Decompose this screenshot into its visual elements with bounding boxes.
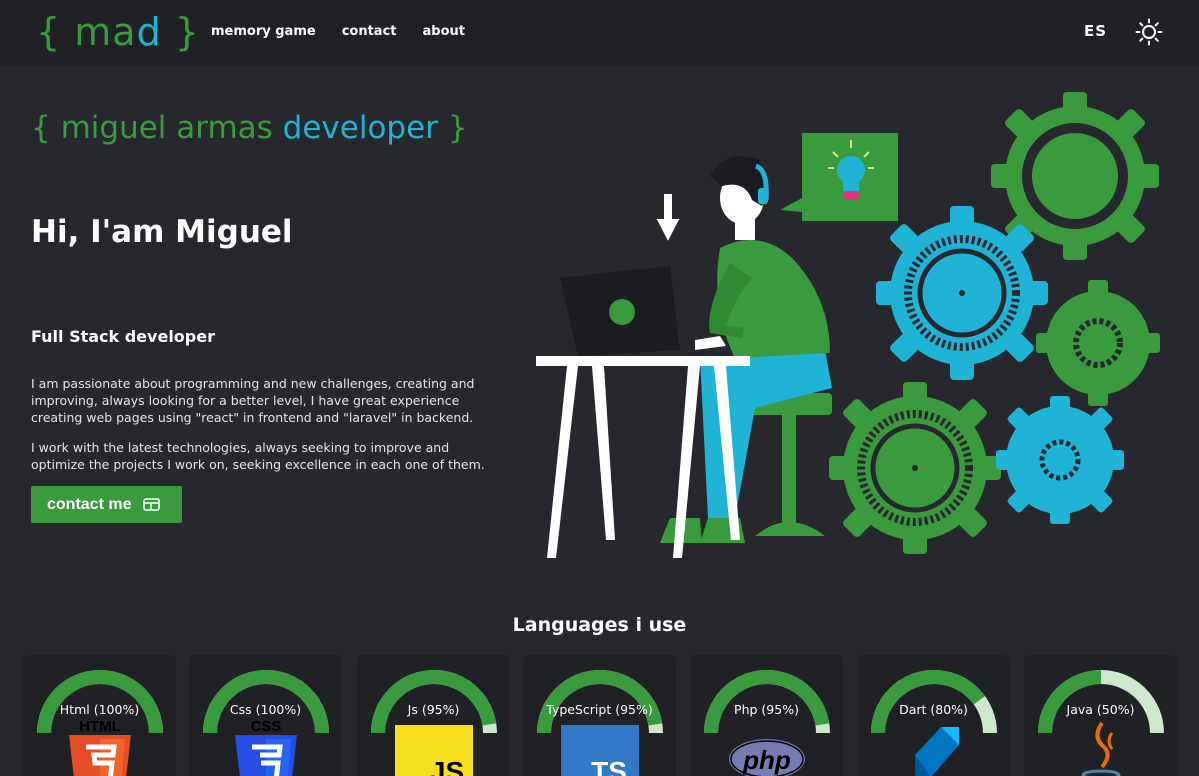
language-card-html: Html (100%) HTML xyxy=(23,655,176,776)
css3-logo: CSS xyxy=(235,718,297,776)
hero-paragraph-2: I work with the latest technologies, alw… xyxy=(31,440,485,472)
brand-name: miguel armas xyxy=(60,110,273,146)
lightbulb-bubble-icon xyxy=(780,133,898,221)
typescript-logo: TS xyxy=(561,725,639,776)
contact-me-label: contact me xyxy=(47,495,132,513)
php-logo: php xyxy=(729,739,805,776)
language-switch[interactable]: ES xyxy=(1084,22,1107,40)
gear-icon-green-bottom xyxy=(829,382,1001,554)
hero-role: Full Stack developer xyxy=(31,327,215,346)
hero-brand-heading: { miguel armas developer } xyxy=(31,108,468,148)
language-card-php: Php (95%) php xyxy=(690,655,843,776)
brand-open-brace: { xyxy=(31,110,51,146)
logo-open-brace: { xyxy=(36,10,62,54)
nav-link-about[interactable]: about xyxy=(423,24,465,39)
gear-icon-green-mid xyxy=(1036,280,1160,406)
nav-links: memory game contact about xyxy=(211,24,491,39)
language-card-typescript: TypeScript (95%) TS xyxy=(523,655,676,776)
contact-card-icon xyxy=(143,498,161,511)
developer-figure xyxy=(560,156,832,543)
html-logo-text: HTML xyxy=(79,718,121,735)
gear-icon-cyan-large xyxy=(876,206,1048,380)
java-logo xyxy=(1081,721,1121,776)
php-logo-text: php xyxy=(742,745,791,775)
ts-logo-text: TS xyxy=(591,756,627,776)
language-card-js: Js (95%) JS xyxy=(357,655,510,776)
gear-icon-cyan-small xyxy=(996,396,1124,524)
html5-logo: HTML xyxy=(69,718,131,776)
nav-link-memory-game[interactable]: memory game xyxy=(211,24,316,39)
brand-role: developer xyxy=(282,110,438,146)
navbar: { mad } memory game contact about ES xyxy=(0,0,1199,66)
js-logo: JS xyxy=(395,725,473,776)
language-card-java: Java (50%) xyxy=(1024,655,1177,776)
nav-link-contact[interactable]: contact xyxy=(342,24,397,39)
language-card-css: Css (100%) CSS xyxy=(189,655,342,776)
language-card-dart: Dart (80%) xyxy=(857,655,1010,776)
site-logo[interactable]: { mad } xyxy=(36,8,200,56)
languages-section-title: Languages i use xyxy=(512,614,687,636)
hero-greeting: Hi, I'am Miguel xyxy=(31,214,293,250)
brand-close-brace: } xyxy=(447,110,468,146)
logo-word: ma xyxy=(74,10,137,54)
logo-close-brace: } xyxy=(174,10,200,54)
logo-letter-d: d xyxy=(136,10,162,54)
sun-icon[interactable] xyxy=(1135,18,1163,46)
js-logo-text: JS xyxy=(430,756,464,776)
css-logo-text: CSS xyxy=(251,718,282,735)
contact-me-button[interactable]: contact me xyxy=(31,486,182,523)
hero-paragraph-1: I am passionate about programming and ne… xyxy=(31,376,475,425)
down-arrow-icon xyxy=(653,192,683,246)
dart-logo xyxy=(915,727,959,776)
developer-illustration xyxy=(536,92,1160,558)
